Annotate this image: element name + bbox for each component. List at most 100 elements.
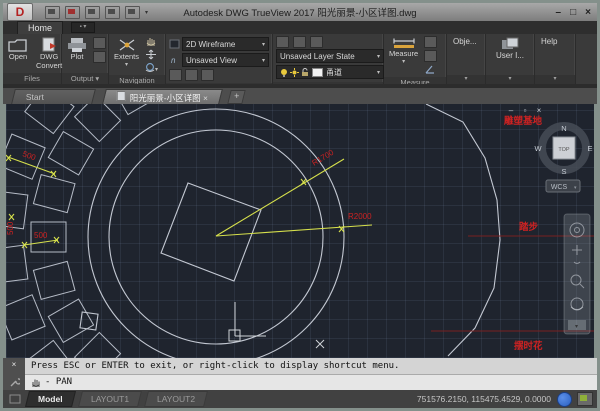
panel-files: Open DWG Convert Files (3, 34, 64, 85)
tab-drawing[interactable]: 阳光丽景-小区详图 × (102, 89, 224, 104)
panel-output: Plot Output ▾ (62, 34, 109, 84)
tab-layout1[interactable]: LAYOUT1 (77, 391, 142, 407)
plot-button[interactable]: Plot (65, 36, 89, 63)
command-close-icon[interactable]: × (12, 360, 17, 369)
open-button[interactable]: Open (6, 36, 30, 63)
wcs-label: WCS (551, 184, 568, 191)
close-button[interactable]: × (585, 7, 591, 18)
user-interface-icon (502, 37, 519, 49)
pan-icon[interactable] (145, 36, 157, 47)
swivel-icon[interactable] (145, 49, 157, 60)
drawing-geometry: R1700 R2000 500 500 500 雕塑基地 踏步 摆时花 – ▫ … (0, 8, 594, 411)
restore-viewport-icon[interactable] (201, 69, 214, 81)
pan-hand-icon (32, 379, 40, 387)
tab-model[interactable]: Model (25, 391, 76, 407)
svg-text:▾: ▾ (155, 67, 158, 73)
tab-close-icon[interactable]: × (203, 93, 208, 103)
title-bar: D ▾ Autodesk DWG TrueView 2017 阳光丽景-小区详图… (3, 3, 597, 21)
panel-help-label: Help (541, 37, 558, 46)
panel-user-interface-label: User I... (495, 51, 524, 60)
new-tab-button[interactable]: + (227, 90, 246, 104)
command-line-area: × Press ESC or ENTER to exit, or right-c… (3, 358, 597, 390)
active-command-text: - PAN (45, 377, 73, 388)
layer-color-swatch (312, 67, 323, 77)
dim-offset-2: 500 (34, 231, 48, 240)
status-bar: Model LAYOUT1 LAYOUT2 751576.2150, 11547… (3, 390, 597, 408)
named-views-icon[interactable] (185, 69, 198, 81)
dimension-labels: R1700 R2000 500 500 500 (6, 148, 372, 240)
tab-start[interactable]: Start (11, 89, 96, 104)
annotation-seasonal-flowers: 摆时花 (514, 340, 543, 352)
visual-style-dropdown[interactable]: 2D Wireframe ▾ (182, 37, 269, 51)
layer-properties-icon[interactable] (276, 36, 289, 48)
annotation-steps: 踏步 (519, 221, 539, 233)
customize-wrench-icon[interactable] (9, 377, 20, 388)
svg-text:n: n (171, 56, 176, 65)
batch-plot-small-icon[interactable] (93, 51, 106, 63)
convert-icon (42, 37, 57, 52)
command-input-line[interactable]: - PAN (25, 374, 597, 390)
coordinates-readout: 751576.2150, 115475.4529, 0.0000 (416, 394, 551, 404)
layer-state-dropdown[interactable]: Unsaved Layer State ▾ (276, 49, 384, 63)
view-state-dropdown[interactable]: Unsaved View ▾ (182, 53, 269, 67)
layer-isolate-icon[interactable] (293, 36, 306, 48)
drawing-close-icon[interactable]: × (537, 106, 542, 115)
maximize-button[interactable]: □ (570, 7, 576, 18)
viewcube-north: N (561, 124, 566, 133)
layer-on-bulb-icon (281, 68, 287, 77)
drawing-minimize-icon[interactable]: – (509, 106, 514, 115)
layer-dropdown[interactable]: 甬道 ▾ (276, 65, 384, 79)
dim-offset-1: 500 (21, 149, 37, 162)
printer-icon (68, 38, 86, 52)
panel-user-interface-expand-icon[interactable]: ▾ (486, 75, 534, 84)
panel-help[interactable]: Help ▾ (535, 34, 576, 84)
zoom-extents-icon (119, 39, 134, 51)
panel-files-label: Files (3, 73, 61, 85)
navbar-menu-icon: ▾ (575, 324, 578, 330)
ribbon-display-toggle[interactable]: ▪ ▾ (71, 22, 96, 33)
viewcube-top: TOP (558, 147, 570, 153)
preview-icon[interactable] (93, 37, 106, 49)
orbit-icon[interactable]: ▾ (145, 62, 159, 73)
navigation-bar[interactable]: ▾ (563, 213, 591, 335)
dwg-convert-button[interactable]: DWG Convert (34, 36, 64, 71)
minimize-button[interactable]: – (556, 7, 562, 18)
panel-measure: Measure ▾ Measure (384, 34, 447, 88)
zoom-extents-button[interactable]: Extents ▾ (112, 36, 141, 70)
measure-list-icon[interactable] (424, 50, 438, 62)
panel-help-expand-icon[interactable]: ▾ (535, 75, 575, 84)
viewcube-toggle-icon[interactable] (557, 391, 572, 407)
drawing-restore-icon[interactable]: ▫ (524, 106, 527, 115)
measure-angle-icon[interactable] (424, 64, 436, 75)
drawing-window-controls: – ▫ × (509, 106, 542, 115)
ribbon: Open DWG Convert Files Plot Output ▾ Ext… (3, 34, 597, 94)
dim-radius-inner: R1700 (310, 148, 335, 168)
ribbon-tab-row: Home ▪ ▾ (3, 21, 597, 34)
named-view-icon: n (171, 56, 176, 65)
drawing-canvas[interactable]: R1700 R2000 500 500 500 雕塑基地 踏步 摆时花 – ▫ … (0, 8, 594, 411)
panel-objects-expand-icon[interactable]: ▾ (447, 75, 485, 84)
layout-icon (9, 394, 21, 404)
layer-freeze-sun-icon (290, 67, 299, 77)
panel-objects-label: Obje... (453, 37, 477, 46)
panel-navigation: Extents ▾ ▾ Navigation (109, 34, 166, 86)
annotation-sculpture-base: 雕塑基地 (504, 115, 543, 127)
panel-objects[interactable]: Obje... ▾ (447, 34, 486, 84)
viewcube-east: E (587, 144, 592, 153)
boundary-arc (425, 103, 501, 357)
layer-unlock-icon (302, 67, 308, 76)
viewport-config-icon[interactable] (169, 69, 182, 81)
drawing-file-icon (116, 90, 126, 101)
tab-home[interactable]: Home (17, 21, 64, 34)
command-history-line: Press ESC or ENTER to exit, or right-cli… (25, 358, 597, 375)
measure-button[interactable]: Measure ▾ (387, 36, 420, 67)
panel-output-label: Output ▾ (62, 73, 108, 84)
viewcube[interactable]: TOP N W E S WCS ▾ (534, 122, 593, 193)
layer-unisolate-icon[interactable] (310, 36, 323, 48)
sculpture-base-square (160, 182, 262, 282)
visual-style-icon (169, 39, 180, 49)
quick-measure-icon[interactable] (424, 36, 438, 48)
isolate-objects-icon[interactable] (577, 392, 593, 406)
tab-layout2[interactable]: LAYOUT2 (143, 391, 208, 407)
panel-user-interface[interactable]: User I... ▾ (486, 34, 535, 84)
